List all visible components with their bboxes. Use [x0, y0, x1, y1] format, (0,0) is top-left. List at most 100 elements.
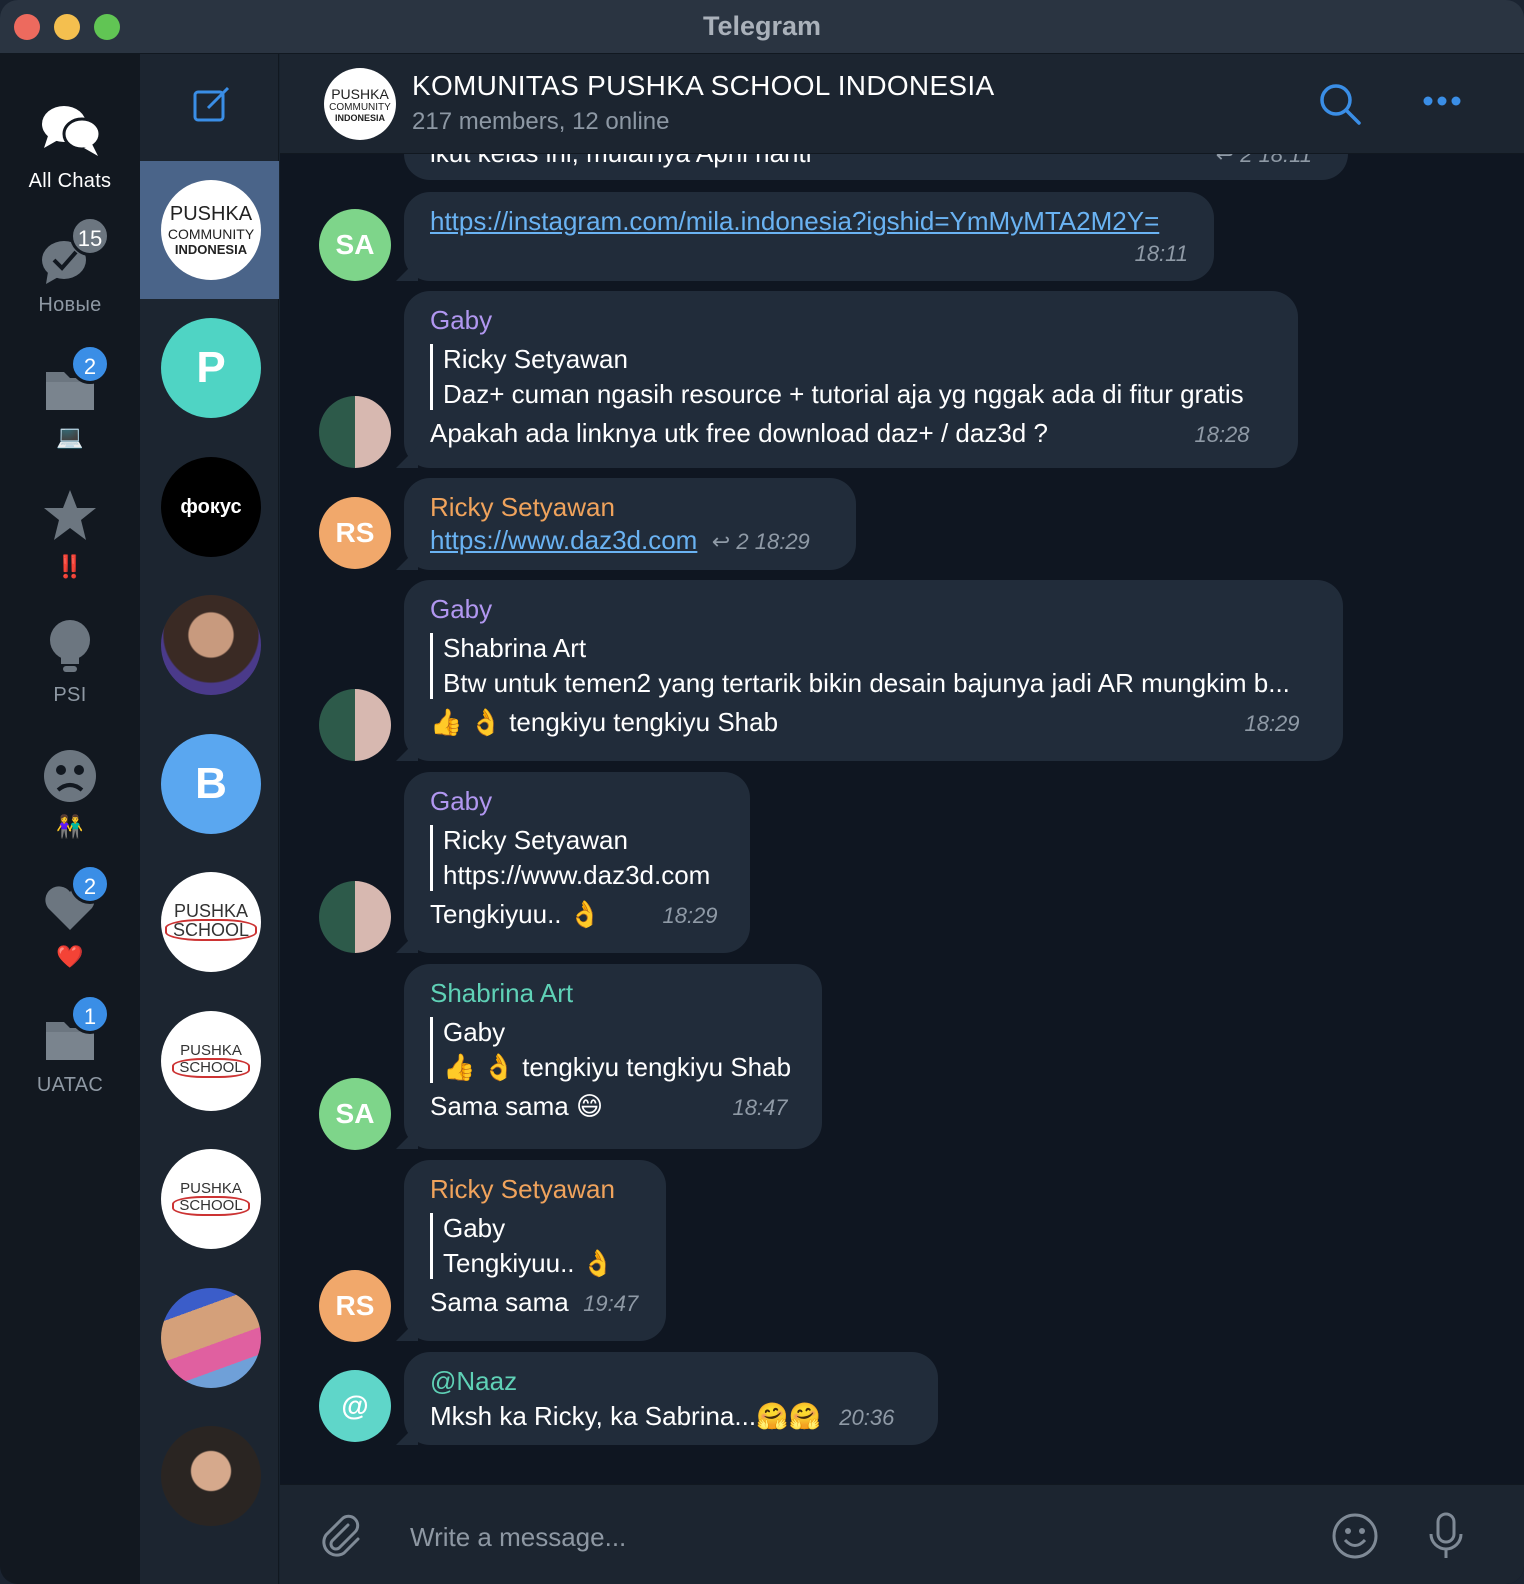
message-bubble[interactable]: Ricky Setyawan Gaby Tengkiyuu.. 👌 Sama s…	[396, 1160, 666, 1341]
chat-item-photo-man[interactable]	[140, 1407, 279, 1545]
bubble-tail	[396, 1423, 418, 1445]
chat-item-group-photo[interactable]	[140, 1269, 279, 1407]
avatar: PUSHKA SCHOOL	[161, 1149, 261, 1249]
avatar-text: PUSHKA	[169, 203, 253, 225]
avatar-letter: P	[196, 343, 226, 392]
chat-subtitle: 217 members, 12 online	[412, 108, 670, 135]
chat-item-pushka-school-1[interactable]: PUSHKA SCHOOL	[140, 853, 279, 991]
reply-quote[interactable]: Gaby 👍 👌 tengkiyu tengkiyu Shab	[430, 1017, 796, 1083]
chat-bubbles-icon	[38, 100, 102, 164]
message-text: Mksh ka Ricky, ka Sabrina...🤗🤗	[430, 1401, 821, 1431]
avatar-text: INDONESIA	[334, 112, 385, 123]
avatar: B	[161, 734, 261, 834]
folder-psi[interactable]: PSI	[0, 614, 140, 707]
sender-name[interactable]: Gaby	[430, 305, 1272, 336]
chat-title: KOMUNITAS PUSHKA SCHOOL INDONESIA	[412, 70, 995, 101]
avatar-text: PUSHKA	[180, 1042, 242, 1059]
compose-icon[interactable]	[192, 84, 232, 129]
emoji-icon[interactable]	[1330, 1511, 1380, 1566]
unread-badge: 15	[70, 216, 110, 256]
sender-name[interactable]: @Naaz	[430, 1366, 912, 1397]
sender-avatar[interactable]	[319, 396, 391, 468]
sender-avatar[interactable]	[319, 881, 391, 953]
reply-author: Shabrina Art	[443, 633, 587, 663]
avatar: PUSHKA SCHOOL	[161, 1011, 261, 1111]
chat-item-p[interactable]: P	[140, 299, 279, 437]
paperclip-icon[interactable]	[318, 1513, 364, 1564]
reply-quote[interactable]: Ricky Setyawan Daz+ cuman ngasih resourc…	[430, 344, 1272, 410]
chat-item-photo-person[interactable]	[140, 576, 279, 714]
sender-avatar[interactable]: SA	[319, 209, 391, 281]
message-link[interactable]: https://instagram.com/mila.indonesia?igs…	[430, 206, 1188, 237]
microphone-icon[interactable]	[1426, 1511, 1466, 1566]
folder-uatac[interactable]: 1 UATAC	[0, 994, 140, 1097]
message-bubble[interactable]: Gaby Shabrina Art Btw untuk temen2 yang …	[396, 580, 1343, 761]
message-bubble[interactable]: Gaby Ricky Setyawan Daz+ cuman ngasih re…	[396, 291, 1298, 468]
bubble-tail	[396, 259, 418, 281]
message-time: 18:29	[662, 903, 718, 928]
chat-header[interactable]: PUSHKA COMMUNITY INDONESIA KOMUNITAS PUS…	[280, 54, 1524, 154]
folder-icon: 1	[38, 994, 110, 1068]
message-time: 20:36	[839, 1405, 895, 1430]
sender-avatar[interactable]: RS	[319, 1270, 391, 1342]
window-title: Telegram	[702, 11, 822, 41]
chat-item-b[interactable]: B	[140, 715, 279, 853]
message-text: Tengkiyuu.. 👌	[430, 899, 602, 929]
message-bubble[interactable]: Ricky Setyawan https://www.daz3d.com ↩ 2…	[396, 478, 856, 570]
sender-name[interactable]: Ricky Setyawan	[430, 1174, 640, 1205]
chat-item-pushka-school-3[interactable]: PUSHKA SCHOOL	[140, 1130, 279, 1268]
sender-name[interactable]: Gaby	[430, 786, 724, 817]
message-meta: ↩ 2 18:29	[712, 529, 810, 554]
message-text: ikut kelas ini, mulainya April nanti	[430, 154, 812, 169]
chat-avatar[interactable]: PUSHKA COMMUNITY INDONESIA	[324, 68, 396, 140]
search-icon[interactable]	[1318, 82, 1362, 131]
sender-name[interactable]: Shabrina Art	[430, 978, 796, 1009]
folder-label: ‼️	[56, 554, 84, 579]
folder-label: 💻	[56, 424, 84, 449]
folder-important[interactable]: ‼️	[0, 484, 140, 580]
sender-avatar[interactable]: SA	[319, 1078, 391, 1150]
message-bubble[interactable]: Shabrina Art Gaby 👍 👌 tengkiyu tengkiyu …	[396, 964, 822, 1149]
more-icon[interactable]	[1422, 94, 1462, 112]
message-bubble[interactable]: https://instagram.com/mila.indonesia?igs…	[396, 192, 1214, 281]
star-icon	[38, 484, 102, 548]
sad-face-icon	[38, 744, 102, 808]
avatar	[161, 1288, 261, 1388]
avatar-text: фокус	[180, 495, 242, 518]
folder-couple[interactable]: 👫	[0, 744, 140, 840]
folder-new[interactable]: 15 Новые	[0, 216, 140, 317]
avatar-text: PUSHKA	[180, 1180, 242, 1197]
sender-name[interactable]: Gaby	[430, 594, 1317, 625]
chat-item-pushka-community[interactable]: PUSHKA COMMUNITY INDONESIA	[140, 161, 279, 299]
message-bubble[interactable]: ikut kelas ini, mulainya April nanti ↩ 2…	[404, 154, 1348, 180]
folder-label: Новые	[38, 294, 102, 316]
sender-avatar[interactable]	[319, 689, 391, 761]
message-bubble[interactable]: Gaby Ricky Setyawan https://www.daz3d.co…	[396, 772, 750, 953]
reply-quote[interactable]: Ricky Setyawan https://www.daz3d.com	[430, 825, 724, 891]
sender-avatar[interactable]: @	[319, 1370, 391, 1442]
folder-laptop[interactable]: 2 💻	[0, 344, 140, 450]
message-bubble[interactable]: @Naaz Mksh ka Ricky, ka Sabrina...🤗🤗 20:…	[396, 1352, 938, 1445]
chat-item-pushka-school-2[interactable]: PUSHKA SCHOOL	[140, 992, 279, 1130]
folder-heart[interactable]: 2 ❤️	[0, 864, 140, 970]
chat-item-fokus[interactable]: фокус	[140, 438, 279, 576]
sender-avatar[interactable]: RS	[319, 497, 391, 569]
folder-all-chats[interactable]: All Chats	[0, 100, 140, 193]
chat-list: PUSHKA COMMUNITY INDONESIA P фокус B PUS…	[140, 54, 279, 1584]
reply-quote[interactable]: Gaby Tengkiyuu.. 👌	[430, 1213, 640, 1279]
avatar	[161, 595, 261, 695]
folder-label: All Chats	[28, 170, 112, 192]
message-input[interactable]	[410, 1517, 1290, 1557]
reply-text: 👍 👌 tengkiyu tengkiyu Shab	[443, 1052, 792, 1082]
message-link[interactable]: https://www.daz3d.com	[430, 525, 697, 555]
folder-label: ❤️	[56, 944, 84, 969]
folder-label: UATAC	[36, 1074, 104, 1096]
message-time: 19:47	[583, 1291, 639, 1316]
avatar-text: COMMUNITY	[329, 101, 391, 113]
message-list[interactable]: ikut kelas ini, mulainya April nanti ↩ 2…	[280, 154, 1524, 1484]
folder-label: PSI	[53, 684, 87, 706]
reply-arrow-icon: ↩	[1215, 154, 1235, 167]
sender-name[interactable]: Ricky Setyawan	[430, 492, 830, 523]
reply-quote[interactable]: Shabrina Art Btw untuk temen2 yang terta…	[430, 633, 1317, 699]
bubble-tail	[396, 548, 418, 570]
